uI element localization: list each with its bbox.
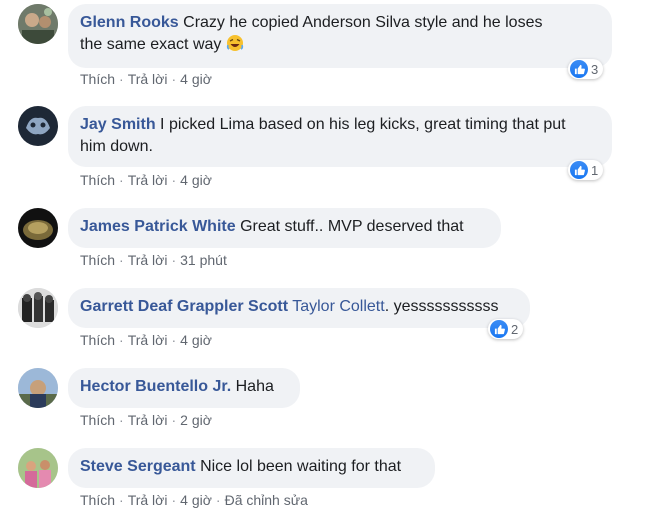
avatar[interactable] (18, 4, 58, 44)
like-button[interactable]: Thích (80, 492, 115, 508)
comment-bubble: Glenn Rooks Crazy he copied Anderson Sil… (68, 4, 612, 68)
reply-button[interactable]: Trả lời (128, 492, 168, 508)
comment-author[interactable]: Jay Smith (80, 116, 156, 133)
comment-timestamp[interactable]: 31 phút (180, 252, 227, 268)
avatar[interactable] (18, 106, 58, 146)
comment-author[interactable]: Hector Buentello Jr. (80, 378, 231, 395)
comment-timestamp[interactable]: 4 giờ (180, 71, 212, 87)
reply-button[interactable]: Trả lời (128, 412, 168, 428)
comment-text: I picked Lima based on his leg kicks, gr… (160, 116, 566, 133)
comment-author[interactable]: Garrett Deaf Grappler Scott (80, 298, 288, 315)
comment-text: Nice lol been waiting for that (200, 458, 402, 475)
like-button[interactable]: Thích (80, 252, 115, 268)
edited-label[interactable]: Đã chỉnh sửa (225, 492, 308, 508)
separator-dot: · (119, 172, 124, 188)
comment-timestamp[interactable]: 4 giờ (180, 172, 212, 188)
separator-dot: · (119, 492, 124, 508)
like-button[interactable]: Thích (80, 332, 115, 348)
comment-actions: Thích · Trả lời · 4 giờ · Đã chỉnh sửa (80, 491, 308, 509)
like-button[interactable]: Thích (80, 71, 115, 87)
separator-dot: · (119, 71, 124, 87)
comment-actions: Thích · Trả lời · 31 phút (80, 251, 227, 269)
comment-text: Crazy he copied Anderson Silva style and… (183, 14, 543, 31)
comment-text: Haha (235, 378, 274, 395)
comment-text: Great stuff.. MVP deserved that (240, 218, 464, 235)
avatar[interactable] (18, 448, 58, 488)
comment-actions: Thích · Trả lời · 4 giờ (80, 331, 212, 349)
separator-dot: · (171, 332, 177, 348)
comment-timestamp[interactable]: 4 giờ (180, 492, 212, 508)
comment-author[interactable]: Steve Sergeant (80, 458, 196, 475)
rolling-on-floor-laughing-emoji-icon (226, 34, 244, 59)
reaction-count: 3 (591, 61, 599, 77)
like-icon (570, 60, 588, 78)
reply-button[interactable]: Trả lời (128, 332, 168, 348)
separator-dot: · (119, 412, 124, 428)
separator-dot: · (171, 412, 177, 428)
comment-actions: Thích · Trả lời · 4 giờ (80, 171, 212, 189)
comment-actions: Thích · Trả lời · 4 giờ (80, 70, 212, 88)
comment-text: him down. (80, 138, 153, 155)
comment-author[interactable]: Glenn Rooks (80, 14, 179, 31)
reaction-count: 1 (591, 162, 599, 178)
reaction-badge[interactable]: 1 (568, 160, 604, 180)
reply-button[interactable]: Trả lời (128, 252, 168, 268)
separator-dot: · (215, 492, 221, 508)
separator-dot: · (171, 71, 177, 87)
comment-author[interactable]: James Patrick White (80, 218, 236, 235)
comment-bubble: Steve Sergeant Nice lol been waiting for… (68, 448, 435, 488)
like-icon (490, 320, 508, 338)
comment-timestamp[interactable]: 4 giờ (180, 332, 212, 348)
separator-dot: · (119, 252, 124, 268)
comment-text: . yesssssssssss (384, 298, 499, 315)
separator-dot: · (119, 332, 124, 348)
comment-text: the same exact way (80, 36, 222, 53)
separator-dot: · (171, 172, 177, 188)
like-button[interactable]: Thích (80, 172, 115, 188)
reply-button[interactable]: Trả lời (128, 172, 168, 188)
avatar[interactable] (18, 368, 58, 408)
like-button[interactable]: Thích (80, 412, 115, 428)
like-icon (570, 161, 588, 179)
avatar[interactable] (18, 288, 58, 328)
comment-bubble: Hector Buentello Jr. Haha (68, 368, 300, 408)
avatar[interactable] (18, 208, 58, 248)
comment-bubble: Garrett Deaf Grappler Scott Taylor Colle… (68, 288, 530, 328)
comment-timestamp[interactable]: 2 giờ (180, 412, 212, 428)
reaction-badge[interactable]: 2 (488, 319, 524, 339)
separator-dot: · (171, 492, 177, 508)
reaction-count: 2 (511, 321, 519, 337)
comment-bubble: Jay Smith I picked Lima based on his leg… (68, 106, 612, 167)
comment-actions: Thích · Trả lời · 2 giờ (80, 411, 212, 429)
comment-bubble: James Patrick White Great stuff.. MVP de… (68, 208, 501, 248)
reply-button[interactable]: Trả lời (128, 71, 168, 87)
reaction-badge[interactable]: 3 (568, 59, 604, 79)
separator-dot: · (171, 252, 177, 268)
tagged-user-link[interactable]: Taylor Collett (292, 298, 384, 315)
